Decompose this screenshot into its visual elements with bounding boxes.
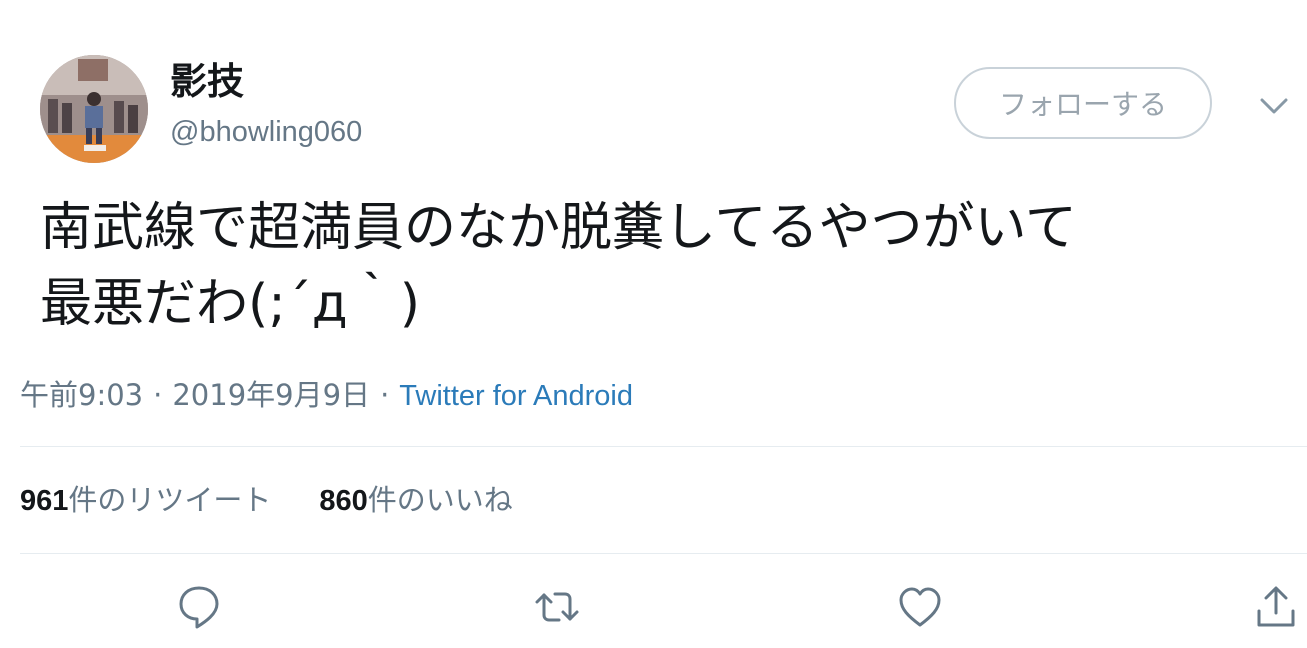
chevron-down-icon[interactable] [1256,92,1292,120]
avatar-photo [40,55,148,163]
divider [20,446,1307,447]
avatar[interactable] [40,55,148,163]
share-icon[interactable] [1252,583,1300,631]
user-handle[interactable]: @bhowling060 [170,114,362,150]
meta-separator: · [153,378,163,412]
likes-count: 860 [319,485,368,517]
tweet-date[interactable]: 2019年9月9日 [172,378,370,412]
likes-label: 件のいいね [367,483,513,517]
tweet-meta: 午前9:03 · 2019年9月9日 · Twitter for Android [20,375,633,416]
tweet-source-link[interactable]: Twitter for Android [399,380,633,412]
retweet-icon[interactable] [533,583,581,631]
tweet-stats: 961件のリツイート 860件のいいね [20,480,513,521]
retweets-count: 961 [20,485,69,517]
divider [20,553,1307,554]
meta-separator: · [380,378,390,412]
tweet-time[interactable]: 午前9:03 [20,378,143,412]
display-name[interactable]: 影技 [170,60,244,104]
follow-button[interactable]: フォローする [954,67,1212,139]
retweets-stat[interactable]: 961件のリツイート [20,483,271,517]
tweet-text: 南武線で超満員のなか脱糞してるやつがいて 最悪だわ(;´д｀) [40,198,1077,334]
retweets-label: 件のリツイート [68,483,272,517]
likes-stat[interactable]: 860件のいいね [319,483,512,517]
reply-icon[interactable] [175,583,223,631]
heart-icon[interactable] [896,583,944,631]
